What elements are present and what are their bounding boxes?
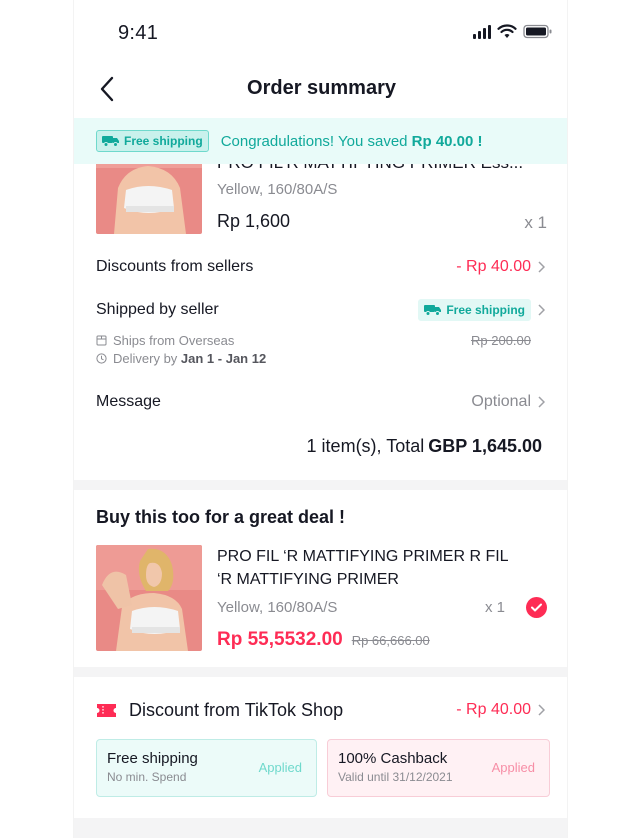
truck-icon [424, 305, 442, 316]
banner-message: Congradulations! You saved Rp 40.00 ! [221, 133, 483, 150]
shipping-row[interactable]: Shipped by seller Free shipping [96, 298, 545, 322]
status-bar: 9:41 [74, 0, 567, 62]
chevron-right-icon [538, 261, 545, 273]
voucher-status: Applied [491, 760, 535, 775]
order-item-variant: Yellow, 160/80A/S [217, 181, 338, 198]
voucher-cashback[interactable]: 100% Cashback Valid until 31/12/2021 App… [327, 739, 550, 797]
upsell-item-name-line1[interactable]: PRO FIL ‘R MATTIFYING PRIMER R FIL [217, 548, 509, 566]
section-divider [74, 667, 567, 677]
shipping-free-tag-label: Free shipping [446, 303, 525, 317]
order-item-qty: x 1 [524, 213, 547, 232]
nav-bar: Order summary [74, 62, 567, 116]
voucher-status: Applied [258, 760, 302, 775]
voucher-free-shipping[interactable]: Free shipping No min. Spend Applied [96, 739, 317, 797]
shop-discount-title: Discount from TikTok Shop [129, 699, 344, 720]
upsell-price-row: Rp 55,5532.00 Rp 66,666.00 [217, 629, 430, 651]
clock-icon [96, 353, 107, 364]
battery-icon [523, 24, 552, 39]
page-title: Order summary [247, 77, 396, 99]
upsell-price: Rp 55,5532.00 [217, 629, 343, 650]
total-prefix: 1 item(s), Total [306, 436, 425, 456]
upsell-select-checkbox[interactable] [526, 597, 547, 618]
ships-from-text: Ships from Overseas [113, 333, 235, 348]
seller-discount-label: Discounts from sellers [96, 258, 254, 275]
check-icon [531, 603, 542, 612]
status-icons [473, 24, 553, 39]
original-shipping-fee: Rp 200.00 [471, 333, 531, 348]
chevron-right-icon [538, 304, 545, 316]
truck-icon [102, 136, 119, 147]
status-time: 9:41 [118, 22, 159, 44]
upsell-item-name-line2[interactable]: ‘R MATTIFYING PRIMER [217, 571, 399, 589]
wifi-icon [497, 24, 517, 38]
message-row[interactable]: Message Optional [96, 391, 545, 413]
total-amount: GBP 1,645.00 [428, 436, 542, 456]
banner-message-text: Congradulations! You saved [220, 132, 412, 150]
upsell-title: Buy this too for a great deal ! [96, 507, 346, 527]
shipping-free-tag: Free shipping [418, 299, 531, 321]
delivery-text: Delivery by Jan 1 - Jan 12 [113, 351, 266, 366]
order-item-price: Rp 1,600 [217, 211, 291, 231]
shop-discount-row[interactable]: Discount from TikTok Shop - Rp 40.00 [96, 697, 545, 723]
free-shipping-tag: Free shipping [96, 130, 209, 152]
ticket-icon [97, 703, 116, 717]
package-icon [96, 335, 107, 346]
seller-discount-row[interactable]: Discounts from sellers - Rp 40.00 [96, 256, 545, 278]
chevron-right-icon [538, 704, 545, 716]
section-divider [74, 480, 567, 490]
delivery-line: Delivery by Jan 1 - Jan 12 [96, 351, 266, 366]
ships-from-line: Ships from Overseas [96, 333, 234, 348]
delivery-prefix: Delivery by [113, 351, 181, 366]
banner-saved-amount: Rp 40.00 ! [411, 132, 483, 150]
section-divider [74, 818, 567, 838]
upsell-item-image[interactable] [96, 545, 202, 651]
chevron-right-icon [538, 396, 545, 408]
phone-screen: 9:41 Order summary Yellow, 160/80A/S Rp … [73, 0, 568, 838]
message-label: Message [96, 393, 161, 410]
upsell-item-variant: Yellow, 160/80A/S [217, 599, 338, 616]
delivery-range: Jan 1 - Jan 12 [180, 351, 267, 366]
seller-discount-value: - Rp 40.00 [456, 258, 531, 275]
order-total: 1 item(s), Total GBP 1,645.00 [307, 436, 542, 457]
shipping-label: Shipped by seller [96, 301, 219, 318]
savings-banner: Free shipping Congradulations! You saved… [74, 118, 567, 164]
shop-discount-value: - Rp 40.00 [456, 701, 531, 718]
message-placeholder[interactable]: Optional [471, 393, 531, 411]
free-shipping-tag-label: Free shipping [124, 134, 203, 148]
upsell-item-qty: x 1 [484, 599, 505, 616]
signal-icon [473, 24, 491, 39]
upsell-original-price: Rp 66,666.00 [351, 633, 430, 648]
